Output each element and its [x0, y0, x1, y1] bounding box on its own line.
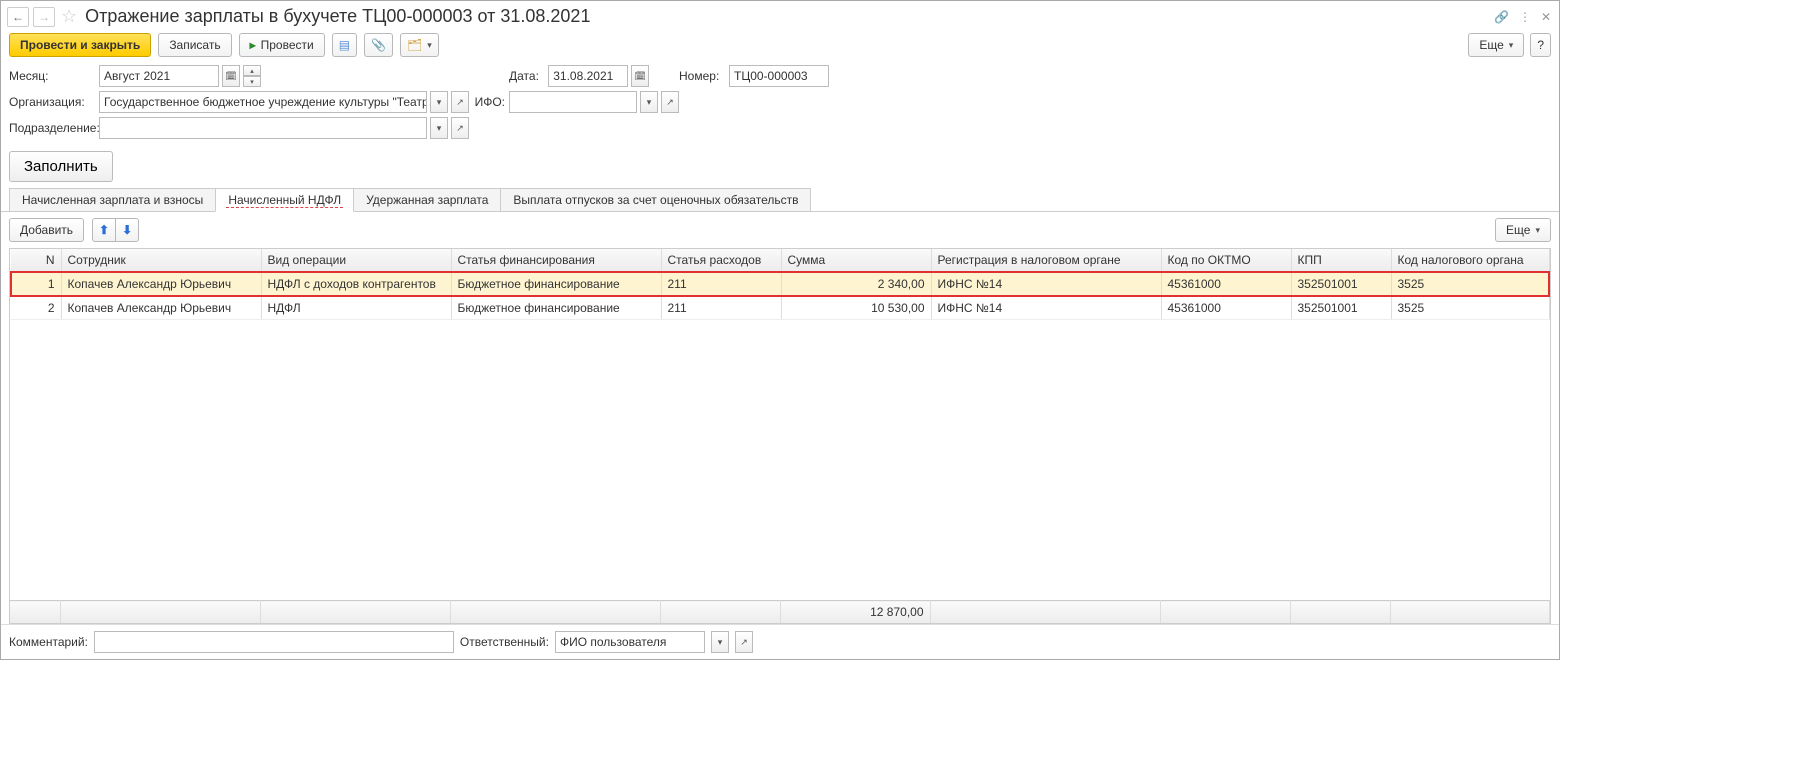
fill-button[interactable]: Заполнить — [9, 151, 113, 182]
report-button[interactable]: ▤ — [332, 33, 357, 57]
cell-op[interactable]: НДФЛ с доходов контрагентов — [261, 272, 451, 296]
report-icon: ▤ — [339, 38, 350, 52]
paperclip-icon: 📎 — [371, 38, 386, 52]
window-title: Отражение зарплаты в бухучете ТЦ00-00000… — [85, 6, 1490, 27]
arrow-down-icon: ⬇ — [122, 223, 132, 237]
cell-sum[interactable]: 2 340,00 — [781, 272, 931, 296]
move-up-button[interactable]: ⬆ — [92, 218, 116, 242]
post-icon: ▸ — [250, 38, 256, 52]
date-calendar-button[interactable]: 🗓 — [631, 65, 649, 87]
tab-withheld-salary[interactable]: Удержанная зарплата — [353, 188, 501, 211]
cell-sum[interactable]: 10 530,00 — [781, 296, 931, 320]
th-sum[interactable]: Сумма — [781, 249, 931, 272]
responsible-dropdown-button[interactable]: ▾ — [711, 631, 729, 653]
number-label: Номер: — [679, 69, 729, 83]
cell-emp[interactable]: Копачев Александр Юрьевич — [61, 296, 261, 320]
nav-forward-button[interactable]: → — [33, 7, 55, 27]
ndfl-table[interactable]: N Сотрудник Вид операции Статья финансир… — [10, 249, 1550, 320]
ifo-label: ИФО: — [469, 95, 509, 109]
month-calendar-button[interactable]: 🗓 — [222, 65, 240, 87]
comment-label: Комментарий: — [9, 635, 88, 649]
number-input[interactable]: ТЦ00-000003 — [729, 65, 829, 87]
comment-input[interactable] — [94, 631, 454, 653]
basis-button[interactable]: 🗂▾ — [400, 33, 439, 57]
th-expense[interactable]: Статья расходов — [661, 249, 781, 272]
tab-accrued-salary[interactable]: Начисленная зарплата и взносы — [9, 188, 216, 211]
th-tax-code[interactable]: Код налогового органа — [1391, 249, 1549, 272]
help-button[interactable]: ? — [1530, 33, 1551, 57]
attach-button[interactable]: 📎 — [364, 33, 393, 57]
cell-emp[interactable]: Копачев Александр Юрьевич — [61, 272, 261, 296]
cell-n[interactable]: 1 — [11, 272, 61, 296]
ifo-dropdown-button[interactable]: ▾ — [640, 91, 658, 113]
total-sum: 12 870,00 — [780, 601, 930, 624]
ifo-open-button[interactable]: ↗ — [661, 91, 679, 113]
dept-open-button[interactable]: ↗ — [451, 117, 469, 139]
cell-exp[interactable]: 211 — [661, 272, 781, 296]
menu-dots-icon[interactable]: ⋮ — [1519, 10, 1531, 24]
table-more-button[interactable]: Еще ▾ — [1495, 218, 1551, 242]
date-label: Дата: — [509, 69, 539, 83]
move-down-button[interactable]: ⬇ — [115, 218, 139, 242]
cell-okt[interactable]: 45361000 — [1161, 296, 1291, 320]
save-button[interactable]: Записать — [158, 33, 231, 57]
month-input[interactable]: Август 2021 — [99, 65, 219, 87]
cell-okt[interactable]: 45361000 — [1161, 272, 1291, 296]
cell-fin[interactable]: Бюджетное финансирование — [451, 272, 661, 296]
cell-op[interactable]: НДФЛ — [261, 296, 451, 320]
tab-accrued-ndfl[interactable]: Начисленный НДФЛ — [215, 188, 354, 212]
th-financing[interactable]: Статья финансирования — [451, 249, 661, 272]
nav-back-button[interactable]: ← — [7, 7, 29, 27]
org-select[interactable]: Государственное бюджетное учреждение кул… — [99, 91, 427, 113]
table-row[interactable]: 1Копачев Александр ЮрьевичНДФЛ с доходов… — [11, 272, 1549, 296]
cell-tax[interactable]: 3525 — [1391, 296, 1549, 320]
responsible-label: Ответственный: — [460, 635, 549, 649]
org-label: Организация: — [9, 95, 99, 109]
th-employee[interactable]: Сотрудник — [61, 249, 261, 272]
more-button[interactable]: Еще ▾ — [1468, 33, 1524, 57]
cell-exp[interactable]: 211 — [661, 296, 781, 320]
dept-label: Подразделение: — [9, 121, 99, 135]
th-registration[interactable]: Регистрация в налоговом органе — [931, 249, 1161, 272]
favorite-star-icon[interactable]: ☆ — [61, 6, 77, 27]
date-input[interactable]: 31.08.2021 — [548, 65, 628, 87]
month-up-button[interactable]: ▴ — [243, 65, 261, 76]
cell-n[interactable]: 2 — [11, 296, 61, 320]
cell-tax[interactable]: 3525 — [1391, 272, 1549, 296]
month-label: Месяц: — [9, 69, 99, 83]
th-operation[interactable]: Вид операции — [261, 249, 451, 272]
tab-vacation-payout[interactable]: Выплата отпусков за счет оценочных обяза… — [500, 188, 811, 211]
cell-reg[interactable]: ИФНС №14 — [931, 296, 1161, 320]
responsible-open-button[interactable]: ↗ — [735, 631, 753, 653]
responsible-input[interactable]: ФИО пользователя — [555, 631, 705, 653]
th-n[interactable]: N — [11, 249, 61, 272]
month-down-button[interactable]: ▾ — [243, 76, 261, 87]
ifo-select[interactable] — [509, 91, 637, 113]
cell-kpp[interactable]: 352501001 — [1291, 272, 1391, 296]
add-row-button[interactable]: Добавить — [9, 218, 84, 242]
post-and-close-button[interactable]: Провести и закрыть — [9, 33, 151, 57]
post-button[interactable]: ▸Провести — [239, 33, 325, 57]
folder-icon: 🗂 — [407, 38, 422, 52]
org-open-button[interactable]: ↗ — [451, 91, 469, 113]
th-oktmo[interactable]: Код по ОКТМО — [1161, 249, 1291, 272]
org-dropdown-button[interactable]: ▾ — [430, 91, 448, 113]
close-icon[interactable]: ✕ — [1541, 10, 1551, 24]
link-icon[interactable]: 🔗 — [1494, 10, 1509, 24]
arrow-up-icon: ⬆ — [99, 223, 109, 237]
th-kpp[interactable]: КПП — [1291, 249, 1391, 272]
table-row[interactable]: 2Копачев Александр ЮрьевичНДФЛБюджетное … — [11, 296, 1549, 320]
dept-select[interactable] — [99, 117, 427, 139]
cell-reg[interactable]: ИФНС №14 — [931, 272, 1161, 296]
cell-kpp[interactable]: 352501001 — [1291, 296, 1391, 320]
cell-fin[interactable]: Бюджетное финансирование — [451, 296, 661, 320]
dept-dropdown-button[interactable]: ▾ — [430, 117, 448, 139]
